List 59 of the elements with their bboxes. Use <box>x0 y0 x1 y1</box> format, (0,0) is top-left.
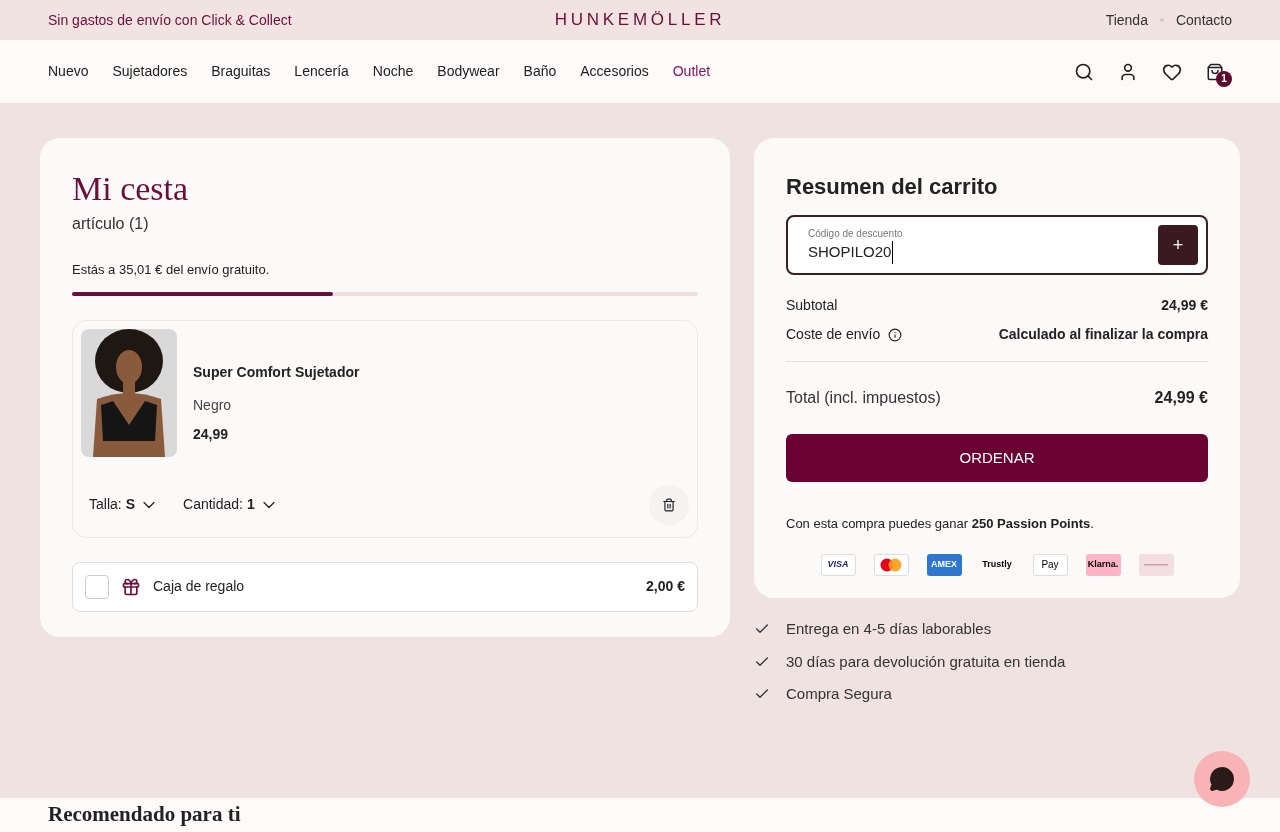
chat-bubble-icon <box>1209 766 1235 792</box>
apply-discount-button[interactable]: + <box>1158 225 1198 265</box>
nav-link[interactable]: Lencería <box>294 61 349 82</box>
order-button[interactable]: ORDENAR <box>786 434 1208 482</box>
shipping-message: Estás a 35,01 € del envío gratuito. <box>72 261 271 279</box>
gift-box-checkbox[interactable] <box>85 574 109 599</box>
gift-icon <box>121 576 141 597</box>
product-price: 24,99 <box>193 424 230 444</box>
item-count: artículo (1) <box>72 214 150 234</box>
points-message: Con esta compra puedes ganar 250 Passion Points. <box>786 515 1095 533</box>
nav-link[interactable]: Noche <box>372 61 414 82</box>
header-link[interactable]: Contacto <box>1175 9 1232 31</box>
nav-link[interactable]: Baño <box>523 61 557 82</box>
total-value: 24,99 € <box>1154 388 1208 408</box>
nav-link[interactable]: Outlet <box>672 61 711 82</box>
nav-link[interactable]: Bodywear <box>437 61 500 82</box>
bag-icon[interactable] <box>1206 62 1224 81</box>
field-label: Código de descuento <box>808 227 903 242</box>
nav-link[interactable]: Accesorios <box>580 61 649 82</box>
summary-value: Calculado al finalizar la compra <box>998 325 1208 344</box>
nav-link[interactable]: Braguitas <box>211 61 271 82</box>
delete-button[interactable] <box>649 484 689 525</box>
product-color: Negro <box>193 395 233 415</box>
chat-button[interactable] <box>1194 751 1250 807</box>
klarna-logo: Klarna. <box>1085 553 1121 576</box>
summary-label: Subtotal <box>786 296 838 315</box>
size-select[interactable]: Talla: S <box>89 494 160 515</box>
summary-value: 24,99 € <box>1161 296 1208 315</box>
benefit-text: Compra Segura <box>786 684 892 704</box>
cart-title: Mi cesta <box>72 170 190 208</box>
heart-icon[interactable] <box>1162 61 1182 82</box>
nav-link[interactable]: Nuevo <box>48 61 89 82</box>
benefit-text: Entrega en 4-5 días laborables <box>786 619 992 639</box>
total-label: Total (incl. impuestos) <box>786 388 941 408</box>
trustly-logo: Trustly <box>981 557 1013 571</box>
gift-box-price: 2,00 € <box>646 577 685 596</box>
product-name[interactable]: Super Comfort Sujetador <box>193 361 360 383</box>
visa-logo: VISA <box>820 553 856 576</box>
discount-field[interactable]: Código de descuento SHOPILO20 + <box>786 215 1208 275</box>
amex-logo: AMEX <box>926 553 962 576</box>
quantity-select[interactable]: Cantidad: 1 <box>183 494 279 515</box>
brand-logo[interactable]: HUNKEMÖLLER <box>554 7 726 33</box>
gift-card-logo <box>1138 553 1174 576</box>
gift-box-label: Caja de regalo <box>153 577 245 596</box>
info-icon[interactable] <box>888 327 903 342</box>
summary-label: Coste de envío <box>786 325 881 344</box>
trash-icon <box>662 497 676 512</box>
field-value: SHOPILO20 <box>808 241 894 264</box>
user-icon[interactable] <box>1118 61 1138 82</box>
search-icon[interactable] <box>1074 61 1094 82</box>
cart-count-badge: 1 <box>1216 70 1232 87</box>
nav-link[interactable]: Sujetadores <box>112 61 188 82</box>
recommended-title: Recomendado para ti <box>48 801 241 829</box>
circles-logo <box>873 553 909 576</box>
header-link[interactable]: Tienda <box>1105 9 1148 31</box>
promo-message: Sin gastos de envío con Click & Collect <box>48 10 293 30</box>
benefit-text: 30 días para devolución gratuita en tienda <box>786 651 1066 672</box>
summary-title: Resumen del carrito <box>786 173 999 201</box>
apple-pay-logo: Pay <box>1032 553 1068 576</box>
